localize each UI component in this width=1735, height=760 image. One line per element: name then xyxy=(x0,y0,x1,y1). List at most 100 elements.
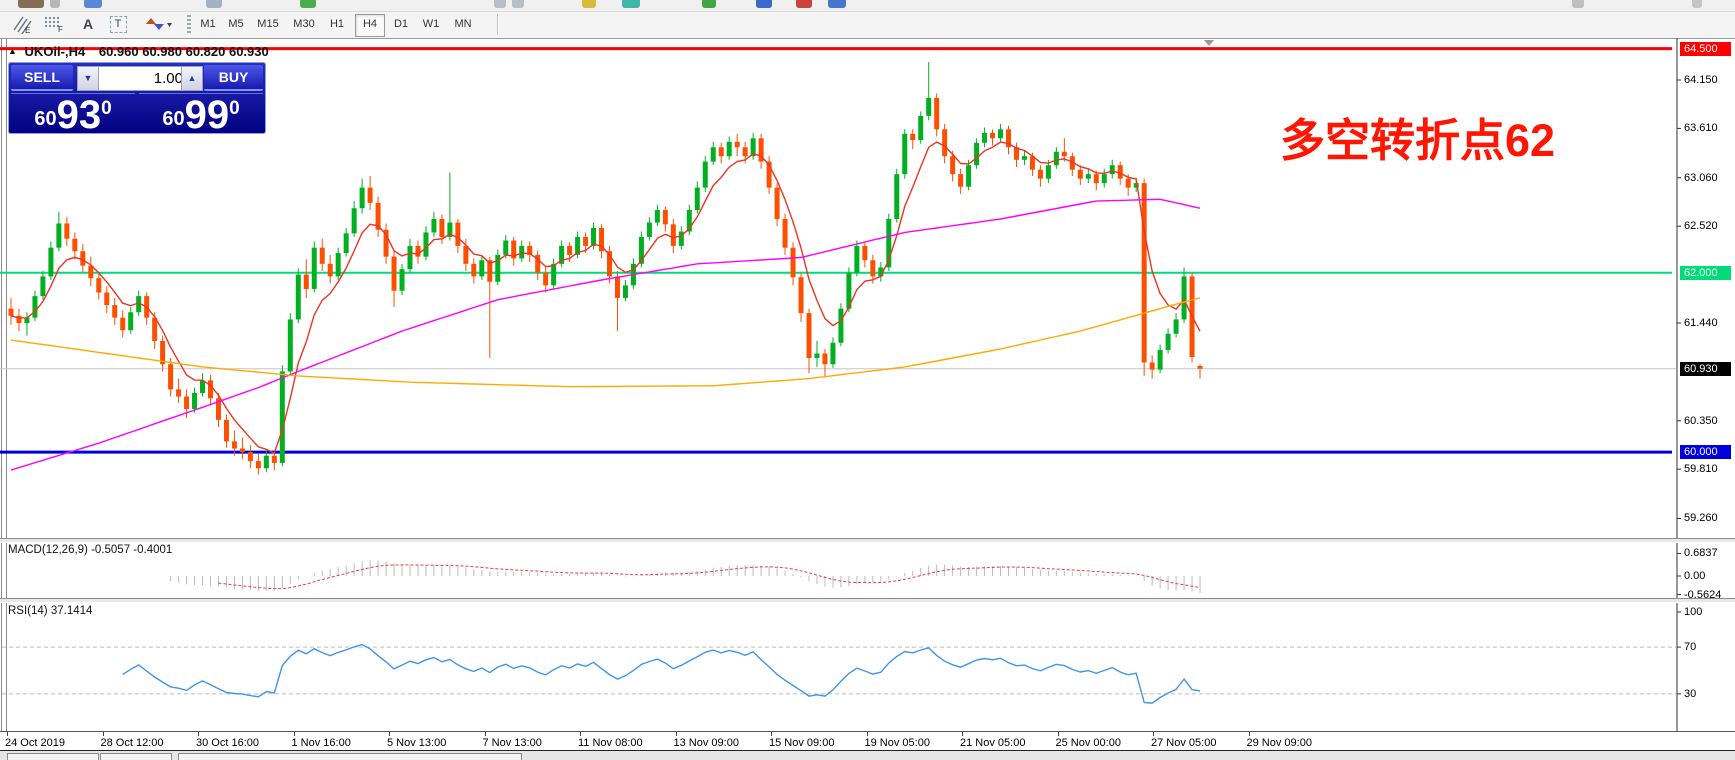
rsi-panel-separator[interactable] xyxy=(0,598,1735,603)
timeframe-button-m5[interactable]: M5 xyxy=(225,14,247,35)
time-tick xyxy=(102,732,104,736)
timeframe-button-h4[interactable]: H4 xyxy=(355,14,385,37)
price-badge: 62.000 xyxy=(1680,265,1731,280)
text-box-icon[interactable]: T xyxy=(108,13,128,35)
price-tick-label: 60.350 xyxy=(1684,414,1718,427)
sell-price-pips: 93 xyxy=(56,93,102,137)
time-tick-label: 21 Nov 05:00 xyxy=(960,737,1026,749)
window-left-edge xyxy=(1,38,2,750)
ohlc-values: 60.960 60.980 60.820 60.930 xyxy=(98,44,269,59)
sell-button[interactable]: SELL xyxy=(11,65,73,91)
macd-tick-label: -0.5624 xyxy=(1684,588,1722,601)
time-tick-label: 7 Nov 13:00 xyxy=(482,737,542,749)
toolbar-icon-fragment[interactable] xyxy=(702,0,716,8)
toolbar-icon-fragment[interactable] xyxy=(494,0,506,8)
toolbar-icon-fragment[interactable] xyxy=(582,0,596,8)
time-tick xyxy=(771,732,772,736)
price-badge: 60.930 xyxy=(1680,361,1731,376)
buy-price-display[interactable]: 60 99 0 xyxy=(139,93,263,137)
time-tick-label: 5 Nov 13:00 xyxy=(387,737,447,749)
time-tick-label: 15 Nov 09:00 xyxy=(769,737,835,749)
time-tick xyxy=(293,732,295,736)
time-tick xyxy=(1248,732,1250,736)
text-label-icon[interactable]: A xyxy=(78,13,98,35)
price-tick-label: 62.520 xyxy=(1684,220,1718,233)
time-tick-label: 1 Nov 16:00 xyxy=(291,737,351,749)
chart-tab[interactable] xyxy=(7,753,99,760)
timeframe-button-m15[interactable]: M15 xyxy=(253,14,283,35)
toolbar-icon-fragment[interactable] xyxy=(1692,0,1702,8)
toolbar-icon-fragment[interactable] xyxy=(50,0,60,8)
price-tick-label: 59.260 xyxy=(1684,512,1718,525)
rsi-tick-label: 70 xyxy=(1684,641,1697,654)
rsi-tick-label: 100 xyxy=(1684,606,1703,618)
macd-tick-label: 0.00 xyxy=(1684,570,1706,582)
price-tick-label: 59.810 xyxy=(1684,463,1718,476)
collapse-triangle-icon[interactable]: ▲ xyxy=(8,46,17,56)
time-tick-label: 24 Oct 2019 xyxy=(5,737,65,749)
chart-tab[interactable] xyxy=(100,753,172,760)
toolbar-icon-fragment[interactable] xyxy=(796,0,812,8)
timeframe-button-w1[interactable]: W1 xyxy=(419,14,443,35)
toolbar-icon-fragment[interactable] xyxy=(828,0,846,8)
time-tick xyxy=(1057,732,1059,736)
volume-input[interactable] xyxy=(98,66,188,91)
price-tick-label: 64.150 xyxy=(1684,74,1718,86)
toolbar-icon-fragment[interactable] xyxy=(84,0,102,8)
toolbar-icon-fragment[interactable] xyxy=(512,0,524,8)
arrow-objects-icon[interactable] xyxy=(142,13,176,35)
time-tick xyxy=(675,732,677,736)
time-tick-label: 11 Nov 08:00 xyxy=(578,737,643,749)
buy-price-int: 60 xyxy=(162,108,185,130)
time-tick-label: 13 Nov 09:00 xyxy=(673,737,739,749)
svg-text:F: F xyxy=(58,25,63,33)
time-tick xyxy=(866,732,868,736)
sell-price-int: 60 xyxy=(34,108,57,130)
macd-tick-label: 0.6837 xyxy=(1684,547,1718,560)
time-tick-label: 30 Oct 16:00 xyxy=(196,737,259,749)
sell-price-display[interactable]: 60 93 0 xyxy=(11,93,135,137)
symbol-name: UKOil-,H4 xyxy=(24,44,86,59)
toolbar-icon-fragment[interactable] xyxy=(1572,0,1584,8)
toolbar-icon-fragment[interactable] xyxy=(622,0,640,8)
timeframe-button-d1[interactable]: D1 xyxy=(389,14,413,35)
chart-text-annotation[interactable]: 多空转折点62 xyxy=(1280,104,1555,169)
toolbar-icon-fragment[interactable] xyxy=(18,0,44,8)
timeframe-button-mn[interactable]: MN xyxy=(449,14,477,35)
buy-price-pips: 99 xyxy=(184,93,230,137)
buy-button[interactable]: BUY xyxy=(204,65,263,91)
time-tick xyxy=(389,732,390,736)
price-tick-label: 63.060 xyxy=(1684,171,1718,184)
macd-indicator-label: MACD(12,26,9) -0.5057 -0.4001 xyxy=(8,544,173,556)
time-axis[interactable]: 24 Oct 2019 28 Oct 12:00 30 Oct 16:00 1 Nov… xyxy=(0,732,1735,750)
drawing-toolbar: E F A T M1 M5 M15 M30 H1 H4 D1 W1 MN xyxy=(0,12,1735,39)
chart-tab[interactable] xyxy=(178,753,522,760)
volume-increase-button[interactable]: ▲ xyxy=(181,66,203,91)
top-toolbar-strip xyxy=(0,0,1735,12)
fibo-grid-icon[interactable]: F xyxy=(42,13,66,35)
sell-price-point: 0 xyxy=(101,98,112,119)
time-tick-label: 19 Nov 05:00 xyxy=(864,737,930,749)
time-tick xyxy=(198,732,199,736)
time-tick xyxy=(1153,732,1154,736)
toolbar-grip[interactable] xyxy=(187,15,191,34)
timeframe-button-h1[interactable]: H1 xyxy=(325,14,349,35)
macd-panel-separator[interactable] xyxy=(0,538,1735,543)
chart-title: ▲ UKOil-,H4 60.960 60.980 60.820 60.930 xyxy=(8,44,269,59)
timeframe-button-m30[interactable]: M30 xyxy=(289,14,319,35)
time-tick xyxy=(580,732,581,736)
toolbar-icon-fragment[interactable] xyxy=(756,0,772,8)
buy-price-point: 0 xyxy=(229,98,240,119)
price-badge: 64.500 xyxy=(1680,41,1731,56)
toolbar-icon-fragment[interactable] xyxy=(206,0,222,8)
toolbar-icon-fragment[interactable] xyxy=(300,0,316,8)
andrews-pitchfork-icon[interactable]: E xyxy=(10,13,34,35)
time-tick xyxy=(484,732,486,736)
volume-decrease-button[interactable]: ▼ xyxy=(77,66,99,91)
chart-tab-strip xyxy=(0,750,1735,760)
rsi-tick-label: 30 xyxy=(1684,687,1697,700)
timeframe-button-m1[interactable]: M1 xyxy=(197,14,219,35)
window-left-edge-inner xyxy=(6,38,7,750)
time-tick xyxy=(7,732,8,736)
price-tick-label: 63.610 xyxy=(1684,122,1718,135)
